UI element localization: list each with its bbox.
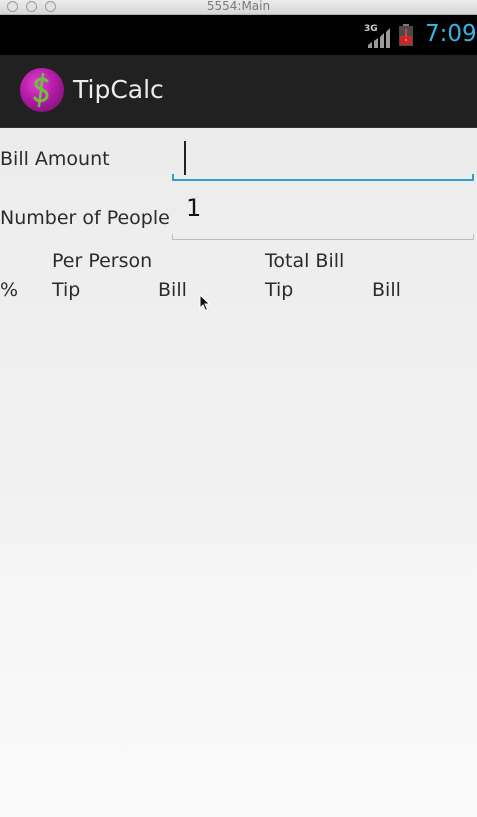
window-title: 5554:Main — [206, 0, 271, 13]
window-titlebar: 5554:Main — [0, 0, 477, 15]
signal-icon — [368, 28, 390, 48]
per-person-tip-header: Tip — [52, 279, 81, 301]
status-bar: 3G 7:09 — [0, 15, 477, 55]
bill-amount-label: Bill Amount — [0, 148, 110, 170]
people-input[interactable]: 1 — [172, 190, 474, 240]
people-label: Number of People — [0, 207, 170, 229]
total-tip-header: Tip — [265, 279, 294, 301]
people-value: 1 — [186, 194, 202, 222]
per-person-header: Per Person — [52, 250, 153, 272]
total-bill-column-header: Bill — [372, 279, 401, 301]
bill-amount-input[interactable] — [172, 131, 474, 181]
action-bar: TipCalc — [0, 55, 477, 128]
total-bill-header: Total Bill — [265, 250, 345, 272]
battery-alert-icon — [399, 24, 413, 46]
dollar-icon[interactable] — [20, 68, 64, 112]
mouse-pointer-icon — [199, 294, 211, 312]
tip-calculator-form: Bill Amount Number of People 1 Per Perso… — [0, 128, 477, 817]
per-person-bill-header: Bill — [158, 279, 187, 301]
emulator-window: 5554:Main 3G 7:09 TipCalc Bill Amount Nu… — [0, 0, 477, 817]
text-caret — [184, 141, 186, 175]
percent-column-header: % — [0, 279, 19, 301]
app-title: TipCalc — [73, 75, 164, 104]
clock-label: 7:09 — [425, 21, 477, 47]
